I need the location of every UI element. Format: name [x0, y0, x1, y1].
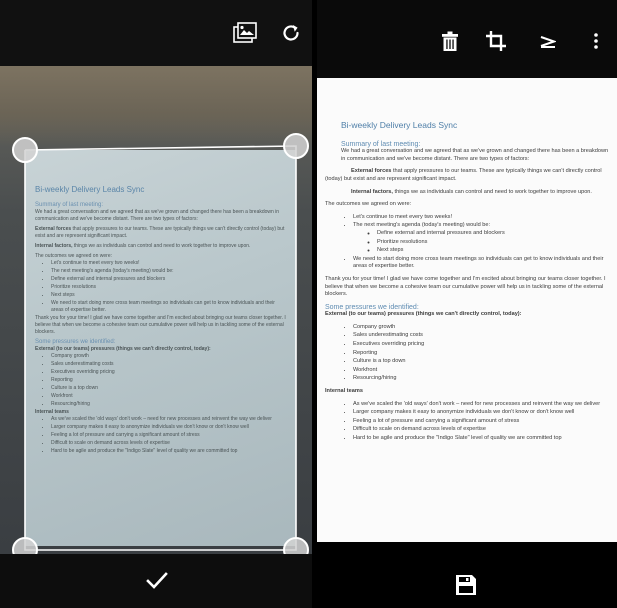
photo-doc-internal-label: Internal teams	[35, 409, 69, 415]
list-item: Company growth	[353, 324, 613, 332]
camera-background	[0, 66, 312, 146]
photographed-document: Bi-weekly Delivery Leads Sync Summary of…	[25, 150, 296, 546]
photo-doc-summary-para: We had a great conversation and we agree…	[35, 209, 280, 222]
list-item: Resourcing/hiring	[353, 375, 613, 383]
list-item: Next steps	[51, 292, 287, 299]
more-options-button[interactable]	[583, 28, 609, 54]
photo-doc-external-list: Company growth Sales underestimating cos…	[35, 353, 287, 408]
photo-doc-external-rest: that apply pressures to our teams. These…	[35, 226, 285, 239]
list-item: Reporting	[51, 377, 287, 384]
list-item: Difficult to scale on demand across leve…	[51, 440, 287, 447]
list-item: The next meeting's agenda (today's meeti…	[353, 222, 613, 254]
list-item: Sales underestimating costs	[51, 361, 287, 368]
list-item: Company growth	[51, 353, 287, 360]
list-item-text: The next meeting's agenda (today's meeti…	[353, 222, 491, 229]
list-item: Culture is a top down	[51, 385, 287, 392]
list-item: Culture is a top down	[353, 358, 613, 366]
image-icon[interactable]	[230, 18, 260, 48]
doc-internal-para: Internal factors, things we as individua…	[325, 189, 613, 197]
list-item: Executives overriding pricing	[51, 369, 287, 376]
crop-screen: Bi-weekly Delivery Leads Sync Summary of…	[0, 0, 312, 608]
doc-internal-list: As we've scaled the 'old ways' don't wor…	[325, 401, 613, 443]
doc-external-list: Company growth Sales underestimating cos…	[325, 324, 613, 383]
list-item: Resourcing/hiring	[51, 401, 287, 408]
rotate-icon[interactable]	[276, 18, 306, 48]
list-item: We need to start doing more cross team m…	[353, 256, 613, 271]
list-item: Sales underestimating costs	[353, 332, 613, 340]
doc-external-label: External (to our teams) pressures (thing…	[325, 311, 522, 318]
list-item: Define external and internal pressures a…	[377, 230, 613, 238]
doc-internal-rest: things we as individuals can control and…	[392, 188, 592, 195]
photo-doc-summary-heading: Summary of last meeting:	[35, 202, 104, 208]
photo-doc-internal-rest: things we as individuals can control and…	[72, 243, 251, 249]
list-item: Hard to be agile and produce the "Indigo…	[51, 448, 287, 455]
result-toolbar	[317, 0, 617, 78]
list-item: We need to start doing more cross team m…	[51, 300, 287, 314]
doc-pressures-heading: Some pressures we identified:	[325, 303, 419, 311]
photo-doc-internal-bold: Internal factors,	[35, 243, 73, 249]
list-item: Workfront	[51, 393, 287, 400]
list-item: Let's continue to meet every two weeks!	[51, 260, 287, 267]
filter-icon	[540, 36, 556, 48]
list-item: Difficult to scale on demand across leve…	[353, 426, 613, 434]
result-bottom-bar	[317, 542, 617, 608]
result-screen: Bi-weekly Delivery Leads Sync Summary of…	[317, 0, 617, 608]
doc-external-para: External forces that apply pressures to …	[325, 168, 613, 183]
confirm-crop-button[interactable]	[140, 566, 174, 596]
list-item: Reporting	[353, 350, 613, 358]
filter-button[interactable]	[535, 28, 561, 54]
crop-button[interactable]	[483, 28, 509, 54]
list-item: The next meeting's agenda (today's meeti…	[51, 268, 287, 275]
photo-doc-outcomes-intro: The outcomes we agreed on were:	[35, 253, 112, 259]
more-vert-icon	[594, 33, 598, 49]
crop-handle-top-right[interactable]	[283, 133, 309, 159]
photo-doc-outcomes: Let's continue to meet every two weeks! …	[35, 260, 287, 314]
doc-outcomes-list: Let's continue to meet every two weeks! …	[325, 214, 613, 271]
photo-doc-external-bold: External forces	[35, 226, 72, 232]
list-item: Define external and internal pressures a…	[51, 276, 287, 283]
doc-external-bold: External forces	[351, 168, 392, 175]
doc-summary-para: We had a great conversation and we agree…	[341, 148, 609, 162]
list-item: Let's continue to meet every two weeks!	[353, 214, 613, 222]
save-button[interactable]	[453, 572, 479, 598]
list-item: Prioritize resolutions	[51, 284, 287, 291]
doc-title: Bi-weekly Delivery Leads Sync	[341, 120, 458, 130]
list-item: Larger company makes it easy to anonymiz…	[353, 409, 613, 417]
delete-button[interactable]	[437, 28, 463, 54]
doc-summary-heading: Summary of last meeting:	[341, 140, 421, 148]
camera-preview: Bi-weekly Delivery Leads Sync Summary of…	[0, 66, 312, 554]
photo-doc-thanks: Thank you for your time! I glad we have …	[35, 315, 286, 335]
list-item: As we've scaled the 'old ways' don't wor…	[353, 401, 613, 409]
list-item: Workfront	[353, 367, 613, 375]
list-item: Feeling a lot of pressure and carrying a…	[51, 432, 287, 439]
doc-internal-label: Internal teams	[325, 388, 363, 395]
save-icon	[456, 575, 476, 595]
crop-handle-top-left[interactable]	[12, 137, 38, 163]
list-item: Prioritize resolutions	[377, 239, 613, 247]
crop-icon	[486, 31, 506, 51]
list-item: Next steps	[377, 247, 613, 255]
photo-document-content: Bi-weekly Delivery Leads Sync Summary of…	[35, 186, 287, 456]
crop-toolbar	[0, 0, 312, 66]
doc-agenda-list: Define external and internal pressures a…	[353, 230, 613, 255]
crop-bottom-bar	[0, 554, 312, 608]
check-icon	[146, 572, 168, 589]
list-item: Larger company makes it easy to anonymiz…	[51, 424, 287, 431]
list-item: Feeling a lot of pressure and carrying a…	[353, 418, 613, 426]
photo-doc-internal-para: Internal factors, things we as individua…	[35, 243, 287, 250]
photo-doc-internal-list: As we've scaled the 'old ways' don't wor…	[35, 416, 287, 455]
list-item: Executives overriding pricing	[353, 341, 613, 349]
list-item: As we've scaled the 'old ways' don't wor…	[51, 416, 287, 423]
doc-outcomes-intro: The outcomes we agreed on were:	[325, 201, 412, 208]
photo-doc-pressures-heading: Some pressures we identified:	[35, 339, 116, 345]
list-item: Hard to be agile and produce the "Indigo…	[353, 435, 613, 443]
scanned-document: Bi-weekly Delivery Leads Sync Summary of…	[317, 78, 617, 542]
doc-internal-bold: Internal factors,	[351, 188, 393, 195]
photo-doc-external-label: External (to our teams) pressures (thing…	[35, 346, 211, 352]
scanned-document-content: Bi-weekly Delivery Leads Sync Summary of…	[325, 120, 613, 448]
trash-icon	[442, 31, 458, 51]
photo-doc-title: Bi-weekly Delivery Leads Sync	[35, 185, 145, 194]
photo-doc-external-para: External forces that apply pressures to …	[35, 226, 287, 240]
doc-thanks: Thank you for your time! I glad we have …	[325, 275, 606, 298]
